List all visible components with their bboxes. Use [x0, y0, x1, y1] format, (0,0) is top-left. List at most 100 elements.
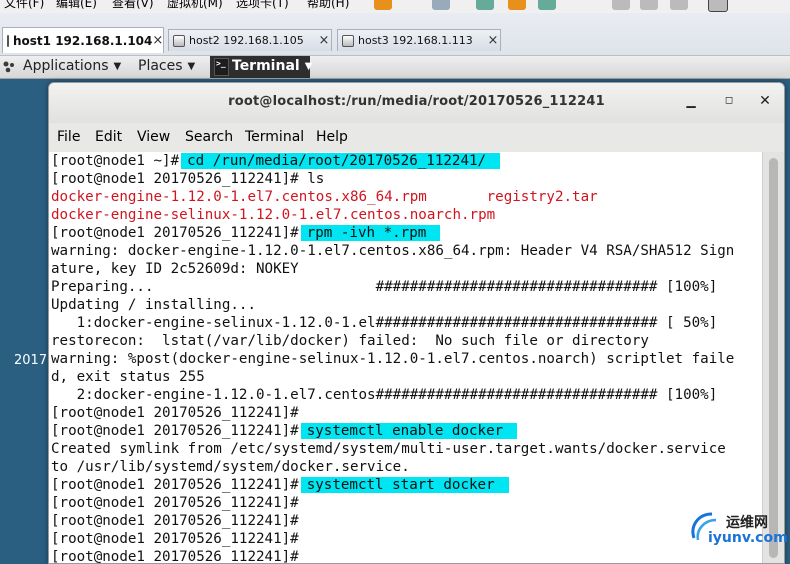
- terminal-line: [root@node1 20170526_112241]#: [51, 512, 734, 530]
- view-icon[interactable]: [708, 0, 728, 12]
- tab-label: host3 192.168.1.113: [358, 34, 473, 47]
- caret-down-icon: ▼: [187, 61, 196, 72]
- tab-label: host1 192.168.1.104: [13, 33, 153, 48]
- terminal-line: Preparing... ###########################…: [51, 278, 734, 296]
- console-icon[interactable]: [670, 0, 688, 10]
- gnome-top-bar: Applications ▼ Places ▼ >_ Terminal ▼: [0, 56, 790, 79]
- revert-icon[interactable]: [508, 0, 526, 10]
- terminal-line: 1:docker-engine-selinux-1.12.0-1.el#####…: [51, 314, 734, 332]
- terminal-line: warning: %post(docker-engine-selinux-1.1…: [51, 350, 734, 368]
- menu-search[interactable]: Search: [185, 129, 233, 145]
- applications-label: Applications: [23, 58, 109, 74]
- shell-prompt: [root@node1 20170526_112241]#: [51, 405, 299, 421]
- shell-prompt: [root@node1 20170526_112241]#: [51, 531, 299, 547]
- terminal-line: [root@node1 20170526_112241]# rpm -ivh *.…: [51, 224, 734, 242]
- output-text: to /usr/lib/systemd/system/docker.servic…: [51, 459, 410, 475]
- maximize-icon[interactable]: ◻: [721, 93, 737, 109]
- terminal-line: [root@node1 20170526_112241]#: [51, 548, 734, 563]
- vm-menu-file[interactable]: 文件(F): [4, 0, 44, 11]
- vm-menu-edit[interactable]: 编辑(E): [56, 0, 97, 11]
- terminal-icon: >_: [214, 58, 229, 76]
- terminal-window: root@localhost:/run/media/root/20170526_…: [48, 82, 785, 564]
- pause-icon[interactable]: [374, 0, 392, 10]
- applications-menu[interactable]: Applications ▼: [23, 58, 121, 74]
- shell-prompt: [root@node1 20170526_112241]#: [51, 477, 299, 493]
- output-text: warning: %post(docker-engine-selinux-1.1…: [51, 351, 735, 367]
- tab-host3[interactable]: host3 192.168.1.113 ×: [337, 29, 501, 51]
- output-text: docker-engine-1.12.0-1.el7.centos.x86_64…: [51, 189, 427, 205]
- terminal-line: [root@node1 20170526_112241]#: [51, 494, 734, 512]
- close-icon[interactable]: ×: [317, 33, 331, 48]
- terminal-line: 2:docker-engine-1.12.0-1.el7.centos#####…: [51, 386, 734, 404]
- close-icon[interactable]: ×: [152, 33, 163, 48]
- send-keys-icon[interactable]: [432, 0, 450, 10]
- terminal-line: warning: docker-engine-1.12.0-1.el7.cent…: [51, 242, 734, 260]
- vm-menubar: 文件(F) 编辑(E) 查看(V) 虚拟机(M) 选项卡(T) 帮助(H): [0, 0, 790, 14]
- menu-file[interactable]: File: [57, 129, 80, 145]
- vm-menu-vm[interactable]: 虚拟机(M): [167, 0, 223, 11]
- output-text: 1:docker-engine-selinux-1.12.0-1.el#####…: [51, 315, 718, 331]
- terminal-menubar: File Edit View Search Terminal Help: [49, 123, 784, 151]
- shell-prompt: [root@node1 20170526_112241]#: [51, 423, 299, 439]
- tab-host1[interactable]: host1 192.168.1.104 ×: [2, 27, 164, 53]
- terminal-app-menu[interactable]: >_ Terminal ▼: [210, 56, 313, 78]
- shell-command: rpm -ivh *.rpm: [300, 225, 441, 241]
- output-text: d, exit status 255: [51, 369, 205, 385]
- close-icon[interactable]: ✕: [757, 93, 773, 109]
- output-text: ature, key ID 2c52609d: NOKEY: [51, 261, 299, 277]
- desktop-icon-label[interactable]: 2017: [14, 353, 47, 368]
- menu-view[interactable]: View: [137, 129, 170, 145]
- menu-help[interactable]: Help: [316, 129, 348, 145]
- vm-menu-tabs[interactable]: 选项卡(T): [236, 0, 289, 11]
- terminal-line: [root@node1 ~]# cd /run/media/root/201705…: [51, 152, 734, 170]
- terminal-line: [root@node1 20170526_112241]# systemctl s…: [51, 476, 734, 494]
- places-menu[interactable]: Places ▼: [138, 58, 195, 74]
- applications-icon: [3, 61, 14, 73]
- terminal-line: docker-engine-selinux-1.12.0-1.el7.cento…: [51, 206, 734, 224]
- unity-icon[interactable]: [640, 0, 658, 10]
- output-text: docker-engine-selinux-1.12.0-1.el7.cento…: [51, 207, 496, 223]
- scrollbar[interactable]: [762, 152, 784, 563]
- terminal-label: Terminal: [232, 58, 300, 74]
- manage-snapshot-icon[interactable]: [538, 0, 556, 10]
- terminal-line: [root@node1 20170526_112241]# systemctl e…: [51, 422, 734, 440]
- terminal-titlebar[interactable]: root@localhost:/run/media/root/20170526_…: [49, 83, 784, 123]
- shell-command: ls: [298, 171, 325, 187]
- caret-down-icon: ▼: [304, 61, 313, 72]
- terminal-line: restorecon: lstat(/var/lib/docker) faile…: [51, 332, 734, 350]
- shell-prompt: [root@node1 ~]#: [51, 153, 180, 169]
- output-text: Preparing... ###########################…: [51, 279, 718, 295]
- shell-command: systemctl enable docker: [300, 423, 518, 439]
- scrollbar-thumb[interactable]: [769, 158, 778, 558]
- terminal-line: d, exit status 255: [51, 368, 734, 386]
- places-label: Places: [138, 58, 183, 74]
- menu-terminal[interactable]: Terminal: [245, 129, 304, 145]
- output-text: 2:docker-engine-1.12.0-1.el7.centos#####…: [51, 387, 718, 403]
- terminal-title: root@localhost:/run/media/root/20170526_…: [228, 94, 605, 109]
- fullscreen-icon[interactable]: [612, 0, 630, 10]
- shell-command: systemctl start docker: [300, 477, 509, 493]
- vm-menu-help[interactable]: 帮助(H): [307, 0, 349, 11]
- terminal-line: [root@node1 20170526_112241]#: [51, 404, 734, 422]
- shell-prompt: [root@node1 20170526_112241]#: [51, 495, 299, 511]
- vm-menu-view[interactable]: 查看(V): [112, 0, 154, 11]
- terminal-line: to /usr/lib/systemd/system/docker.servic…: [51, 458, 734, 476]
- output-text: Created symlink from /etc/systemd/system…: [51, 441, 726, 457]
- terminal-line: Created symlink from /etc/systemd/system…: [51, 440, 734, 458]
- shell-prompt: [root@node1 20170526_112241]#: [51, 225, 299, 241]
- shell-command: cd /run/media/root/20170526_112241/: [181, 153, 501, 169]
- snapshot-icon[interactable]: [476, 0, 494, 10]
- vm-icon: [7, 34, 9, 47]
- shell-prompt: [root@node1 20170526_112241]#: [51, 513, 299, 529]
- terminal-output[interactable]: [root@node1 ~]# cd /run/media/root/201705…: [49, 152, 762, 563]
- output-text: warning: docker-engine-1.12.0-1.el7.cent…: [51, 243, 735, 259]
- terminal-line: [root@node1 20170526_112241]# ls: [51, 170, 734, 188]
- menu-edit[interactable]: Edit: [95, 129, 122, 145]
- output-text: restorecon: lstat(/var/lib/docker) faile…: [51, 333, 649, 349]
- close-icon[interactable]: ×: [486, 33, 500, 48]
- tab-label: host2 192.168.1.105: [189, 34, 304, 47]
- watermark-text: 运维网: [726, 515, 768, 531]
- tab-host2[interactable]: host2 192.168.1.105 ×: [168, 29, 332, 51]
- minimize-icon[interactable]: ▁: [683, 93, 699, 109]
